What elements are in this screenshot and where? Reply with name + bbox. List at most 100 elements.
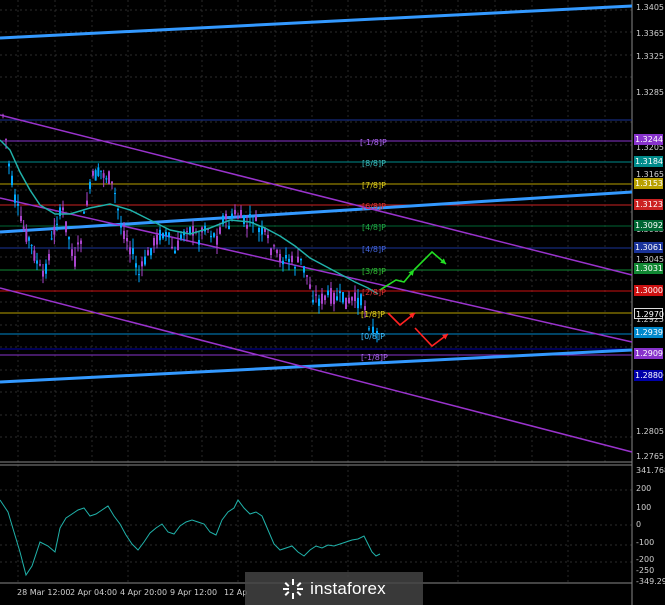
candle-body bbox=[105, 178, 108, 180]
candle-body bbox=[315, 294, 317, 296]
candle-body bbox=[48, 254, 50, 261]
price-axis-label: 1.2805 bbox=[636, 427, 664, 436]
candle-body bbox=[246, 224, 248, 229]
candle-body bbox=[351, 297, 353, 301]
murrey-level-label: [0/8]P bbox=[361, 332, 385, 341]
candle-body bbox=[65, 221, 67, 233]
candle-body bbox=[123, 230, 125, 239]
candle-body bbox=[2, 114, 4, 116]
candle-body bbox=[147, 250, 149, 256]
candle-body bbox=[342, 292, 344, 303]
oscillator-axis-label: -349.291 bbox=[636, 577, 665, 586]
forecast-arrows bbox=[379, 250, 449, 348]
oscillator-axis-label: 0 bbox=[636, 520, 642, 529]
candle-body bbox=[333, 292, 335, 305]
candle-body bbox=[228, 225, 230, 230]
cci-oscillator bbox=[0, 499, 381, 577]
candle-body bbox=[171, 246, 173, 249]
candle-body bbox=[77, 242, 79, 245]
candle-body bbox=[89, 181, 91, 189]
murrey-level-label: [8/8]P bbox=[362, 159, 386, 168]
candle-body bbox=[45, 263, 47, 274]
candle-body bbox=[165, 232, 167, 236]
candle-body bbox=[186, 231, 188, 233]
candle-body bbox=[30, 244, 33, 246]
time-axis-label: 4 Apr 20:00 bbox=[120, 588, 168, 597]
candle-body bbox=[255, 216, 257, 221]
candle-body bbox=[192, 226, 194, 236]
price-axis-label: 1.3405 bbox=[636, 3, 664, 12]
murrey-level-label: [2/8]P bbox=[362, 288, 386, 297]
candle-body bbox=[306, 275, 308, 277]
candle-body bbox=[357, 297, 359, 309]
candle-body bbox=[68, 237, 70, 240]
price-tag: 1.3153 bbox=[634, 178, 663, 189]
price-tag: 1.2970 bbox=[634, 308, 664, 319]
oscillator-axis-label: -250 bbox=[636, 566, 655, 575]
price-tag: 1.3031 bbox=[634, 263, 663, 274]
candle-body bbox=[267, 234, 269, 239]
candle-body bbox=[327, 290, 329, 296]
price-chart bbox=[0, 0, 633, 605]
candle-body bbox=[94, 170, 97, 181]
candle-body bbox=[318, 298, 320, 306]
candle-body bbox=[17, 203, 19, 206]
candle-body bbox=[114, 193, 116, 195]
candle-body bbox=[111, 181, 113, 184]
forecast-arrow bbox=[414, 327, 449, 348]
candle-body bbox=[231, 213, 233, 219]
candle-body bbox=[297, 256, 299, 263]
candle-body bbox=[336, 296, 338, 301]
candle-body bbox=[36, 260, 38, 264]
purple-channel-upper bbox=[0, 114, 633, 276]
candle-body bbox=[28, 237, 30, 241]
candle-body bbox=[312, 299, 314, 303]
candle-body bbox=[22, 226, 25, 229]
candle-body bbox=[159, 229, 161, 241]
candle-body bbox=[330, 288, 332, 304]
candle-body bbox=[309, 284, 311, 289]
time-axis-label: 28 Mar 12:00 bbox=[17, 588, 71, 597]
candle-body bbox=[74, 256, 76, 267]
candle-body bbox=[162, 233, 164, 239]
candle-body bbox=[100, 170, 102, 172]
price-tag: 1.3061 bbox=[634, 242, 663, 253]
price-tag: 1.2939 bbox=[634, 327, 663, 338]
candle-body bbox=[210, 235, 212, 238]
candle-body bbox=[348, 297, 350, 304]
murrey-level-label: [7/8]P bbox=[362, 181, 386, 190]
candle-body bbox=[71, 249, 73, 256]
price-axis-label: 1.3325 bbox=[636, 52, 664, 61]
murrey-level-label: [3/8]P bbox=[362, 267, 386, 276]
candle-body bbox=[80, 240, 82, 244]
time-axis-label: 9 Apr 12:00 bbox=[170, 588, 218, 597]
candle-body bbox=[279, 253, 281, 263]
candle-body bbox=[11, 175, 13, 186]
candle-body bbox=[345, 297, 347, 309]
murrey-level-label: [4/8]P bbox=[362, 245, 386, 254]
murrey-level-label: [6/8]P bbox=[362, 202, 386, 211]
candle-body bbox=[180, 234, 182, 239]
candle-body bbox=[303, 266, 305, 273]
candle-body bbox=[86, 200, 88, 206]
time-axis-label: 2 Apr 04:00 bbox=[70, 588, 118, 597]
candle-body bbox=[5, 139, 7, 141]
instaforex-logo-icon bbox=[283, 578, 304, 599]
candle-body bbox=[156, 234, 158, 245]
candle-body bbox=[237, 217, 239, 219]
price-axis-label: 1.3365 bbox=[636, 29, 664, 38]
candle-body bbox=[300, 258, 302, 261]
candle-body bbox=[270, 248, 272, 256]
candle-body bbox=[97, 167, 100, 176]
candle-body bbox=[33, 250, 36, 261]
oscillator-axis-label: -200 bbox=[636, 555, 655, 564]
candle-body bbox=[141, 261, 143, 267]
candle-body bbox=[324, 295, 326, 301]
candle-body bbox=[56, 223, 58, 225]
murrey-level-label: [1/8]P bbox=[361, 310, 385, 319]
trend-channels bbox=[0, 4, 633, 453]
oscillator-axis-label: 341.7683 bbox=[636, 466, 665, 475]
cci-line bbox=[0, 499, 381, 577]
candle-body bbox=[138, 274, 140, 276]
candle-body bbox=[213, 233, 215, 237]
